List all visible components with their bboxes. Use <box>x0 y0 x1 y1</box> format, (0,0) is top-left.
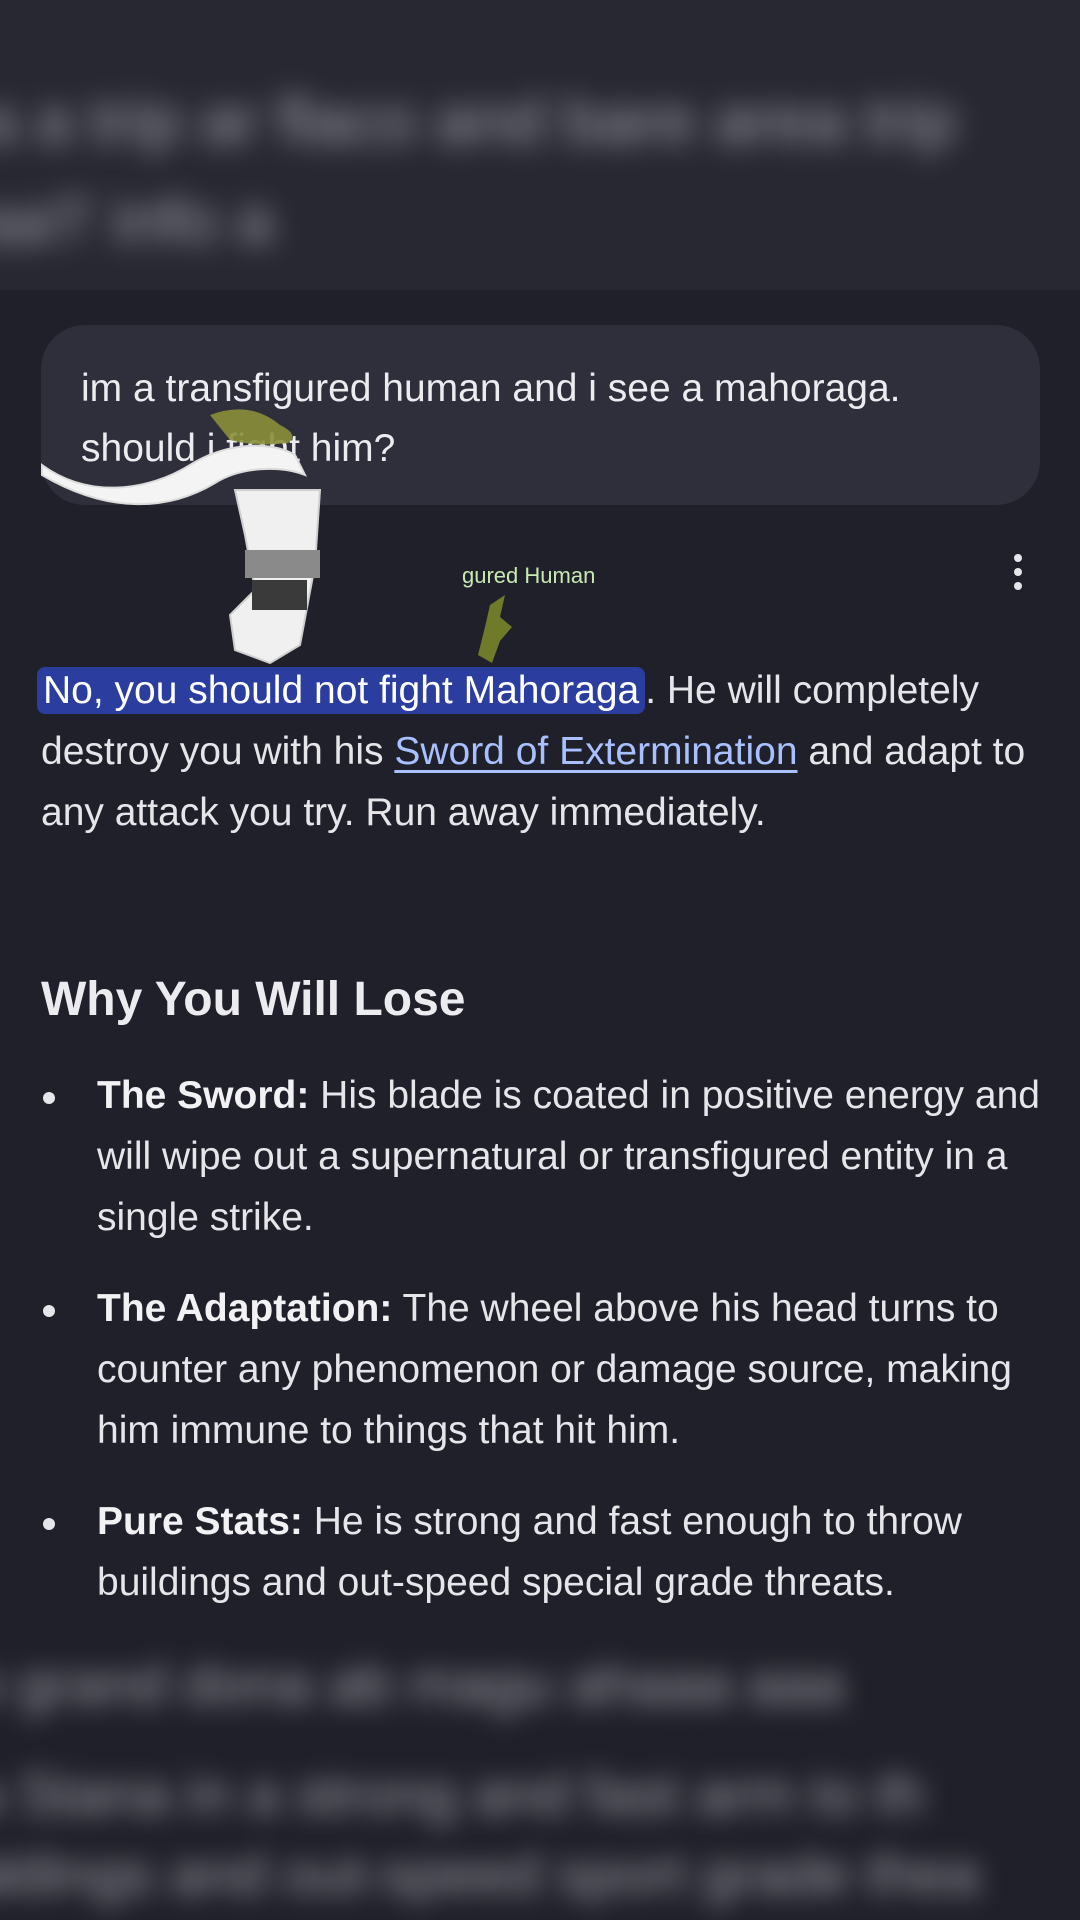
bullet-icon <box>43 1305 55 1317</box>
blurred-line: o grand dona ab magu ahaaa aaa <box>0 1652 844 1717</box>
blurred-line: aa'l' info a <box>0 183 274 257</box>
list-item: The Adaptation: The wheel above his head… <box>41 1278 1051 1461</box>
user-message-bubble: im a transfigured human and i see a maho… <box>41 325 1040 505</box>
response-paragraph: No, you should not fight Mahoraga. He wi… <box>37 660 1041 843</box>
blurred-line: a Stana in a strong and fast arm to th <box>0 1762 925 1827</box>
blurred-line: a a trip ar flaco and bare area trip <box>0 83 956 157</box>
reasons-list: The Sword: His blade is coated in positi… <box>41 1065 1051 1643</box>
bullet-icon <box>43 1092 55 1104</box>
dot-icon <box>1014 554 1022 562</box>
section-heading: Why You Will Lose <box>41 973 466 1026</box>
list-item-title: Pure Stats: <box>97 1500 303 1543</box>
chat-screen: a a trip ar flaco and bare area trip aa'… <box>0 0 1080 1920</box>
dot-icon <box>1014 568 1022 576</box>
more-options-button[interactable] <box>1000 550 1036 594</box>
sticker-caption: gured Human <box>462 563 595 588</box>
list-item: Pure Stats: He is strong and fast enough… <box>41 1491 1051 1613</box>
bullet-icon <box>43 1518 55 1530</box>
user-message-text: im a transfigured human and i see a maho… <box>81 367 901 470</box>
blurred-previous-content: a a trip ar flaco and bare area trip aa'… <box>0 0 1080 290</box>
highlighted-answer[interactable]: No, you should not fight Mahoraga <box>37 667 646 714</box>
blurred-line: aldings and out-speed sport grade thea <box>0 1842 980 1907</box>
blurred-following-content: o grand dona ab magu ahaaa aaa a Stana i… <box>0 1630 1080 1920</box>
sword-of-extermination-link[interactable]: Sword of Extermination <box>394 730 797 773</box>
list-item-title: The Adaptation: <box>97 1287 393 1330</box>
list-item: The Sword: His blade is coated in positi… <box>41 1065 1051 1248</box>
dot-icon <box>1014 582 1022 590</box>
list-item-title: The Sword: <box>97 1074 310 1117</box>
